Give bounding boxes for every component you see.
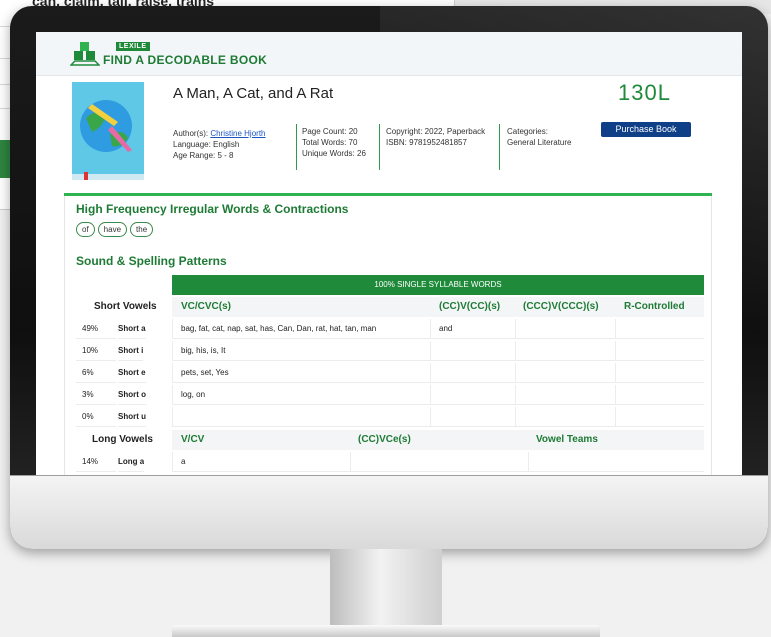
cccvccc-words	[515, 363, 615, 383]
ccvcc-words	[430, 341, 515, 361]
cvc-words: log, on	[172, 385, 430, 405]
hfw-chip[interactable]: have	[97, 222, 128, 237]
vce-words	[350, 452, 528, 472]
author-link[interactable]: Christine Hjorth	[210, 129, 265, 138]
short-vowels-label: Short Vowels	[94, 301, 157, 312]
row-percent: 3%	[76, 385, 116, 405]
author-line: Author(s): Christine Hjorth	[173, 128, 266, 139]
blocks-logo-icon[interactable]	[70, 41, 100, 67]
vowel-team-words	[528, 452, 704, 472]
book-title: A Man, A Cat, and A Rat	[173, 85, 334, 102]
screen: LEXILE FIND A DECODABLE BOOK A Man, A Ca…	[36, 32, 742, 475]
book-cover-image	[72, 82, 144, 180]
r-controlled-words	[615, 319, 704, 339]
categories: Categories: General Literature	[507, 126, 571, 148]
word-counts: Page Count: 20 Total Words: 70 Unique Wo…	[302, 126, 366, 159]
hfw-chip[interactable]: of	[76, 222, 95, 237]
table-row: 14% Long a a	[76, 452, 704, 472]
lexile-level: 130L	[618, 80, 671, 105]
divider	[499, 124, 500, 170]
categories-label: Categories:	[507, 127, 548, 136]
column-header: V/CV	[181, 434, 205, 445]
row-label: Short o	[118, 385, 146, 405]
short-vowels-header: Short Vowels VC/CVC(s) (CC)V(CC)(s) (CCC…	[76, 297, 704, 317]
vcv-words: a	[172, 452, 350, 472]
row-label: Short u	[118, 407, 146, 427]
monitor-chin	[10, 475, 768, 549]
patterns-title: Sound & Spelling Patterns	[76, 254, 227, 268]
row-label: Long a	[118, 452, 145, 472]
r-controlled-words	[615, 341, 704, 361]
syllable-banner: 100% SINGLE SYLLABLE WORDS	[172, 275, 704, 295]
table-row: 49% Short a bag, fat, cat, nap, sat, has…	[76, 319, 704, 339]
cccvccc-words	[515, 385, 615, 405]
copyright: Copyright: 2022, Paperback	[386, 127, 486, 136]
divider	[296, 124, 297, 170]
row-percent: 10%	[76, 341, 116, 361]
column-header: (CC)V(CC)(s)	[439, 301, 501, 312]
ccvcc-words	[430, 385, 515, 405]
site-logo-text[interactable]: FIND A DECODABLE BOOK	[103, 53, 267, 67]
total-words: Total Words: 70	[302, 138, 358, 147]
row-percent: 49%	[76, 319, 116, 339]
author-label: Author(s):	[173, 129, 209, 138]
long-vowels-label: Long Vowels	[92, 434, 153, 445]
r-controlled-words	[615, 385, 704, 405]
unique-words: Unique Words: 26	[302, 149, 366, 158]
hfw-title: High Frequency Irregular Words & Contrac…	[76, 202, 349, 216]
cvc-words: pets, set, Yes	[172, 363, 430, 383]
table-row: 10% Short i big, his, is, It	[76, 341, 704, 361]
column-header: Vowel Teams	[536, 434, 598, 445]
r-controlled-words	[615, 407, 704, 427]
row-label: Short e	[118, 363, 146, 383]
table-row: 6% Short e pets, set, Yes	[76, 363, 704, 383]
categories-value: General Literature	[507, 138, 572, 147]
isbn: ISBN: 9781952481857	[386, 138, 467, 147]
page-count: Page Count: 20	[302, 127, 358, 136]
row-percent: 0%	[76, 407, 116, 427]
cvc-words	[172, 407, 430, 427]
long-vowels-header: Long Vowels V/CV (CC)VCe(s) Vowel Teams	[76, 430, 704, 450]
site-header: LEXILE FIND A DECODABLE BOOK	[36, 32, 742, 76]
language: Language: English	[173, 140, 240, 149]
hfw-chips: of have the	[76, 222, 154, 237]
age-range: Age Range: 5 - 8	[173, 151, 234, 160]
ccvcc-words	[430, 363, 515, 383]
ccvcc-words	[430, 407, 515, 427]
table-row: 3% Short o log, on	[76, 385, 704, 405]
cvc-words: big, his, is, It	[172, 341, 430, 361]
author-language-age: Author(s): Christine Hjorth Language: En…	[173, 128, 266, 161]
column-header: VC/CVC(s)	[181, 301, 232, 312]
column-header: R-Controlled	[624, 301, 685, 312]
table-row: 0% Short u	[76, 407, 704, 427]
cccvccc-words	[515, 407, 615, 427]
cccvccc-words	[515, 341, 615, 361]
cccvccc-words	[515, 319, 615, 339]
hfw-chip[interactable]: the	[130, 222, 154, 237]
r-controlled-words	[615, 363, 704, 383]
monitor-base	[172, 625, 600, 637]
row-label: Short a	[118, 319, 146, 339]
row-percent: 6%	[76, 363, 116, 383]
row-percent: 14%	[76, 452, 116, 472]
lexile-badge: LEXILE	[116, 42, 150, 51]
publication-info: Copyright: 2022, Paperback ISBN: 9781952…	[386, 126, 485, 148]
cvc-words: bag, fat, cat, nap, sat, has, Can, Dan, …	[172, 319, 430, 339]
divider	[379, 124, 380, 170]
column-header: (CCC)V(CCC)(s)	[523, 301, 599, 312]
column-header: (CC)VCe(s)	[358, 434, 411, 445]
purchase-book-button[interactable]: Purchase Book	[601, 122, 691, 137]
row-label: Short i	[118, 341, 144, 361]
monitor-stand	[330, 549, 442, 625]
ccvcc-words: and	[430, 319, 515, 339]
